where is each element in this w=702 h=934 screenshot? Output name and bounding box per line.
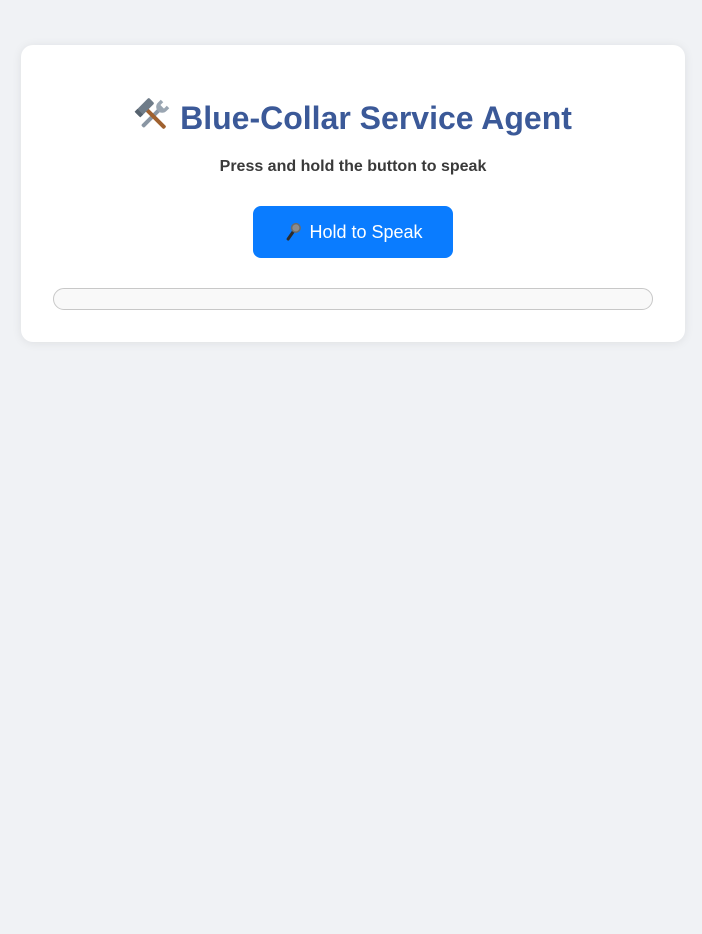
page-title-text: Blue-Collar Service Agent [180,100,572,136]
transcript-output [53,288,653,310]
page-title: Blue-Collar Service Agent [21,97,685,138]
microphone-icon [286,222,302,241]
hold-to-speak-label: Hold to Speak [309,221,423,242]
hold-to-speak-button[interactable]: Hold to Speak [253,206,453,258]
hammer-and-wrench-icon [134,98,170,129]
main-card: Blue-Collar Service Agent Press and hold… [21,45,685,342]
instruction-text: Press and hold the button to speak [219,158,487,175]
